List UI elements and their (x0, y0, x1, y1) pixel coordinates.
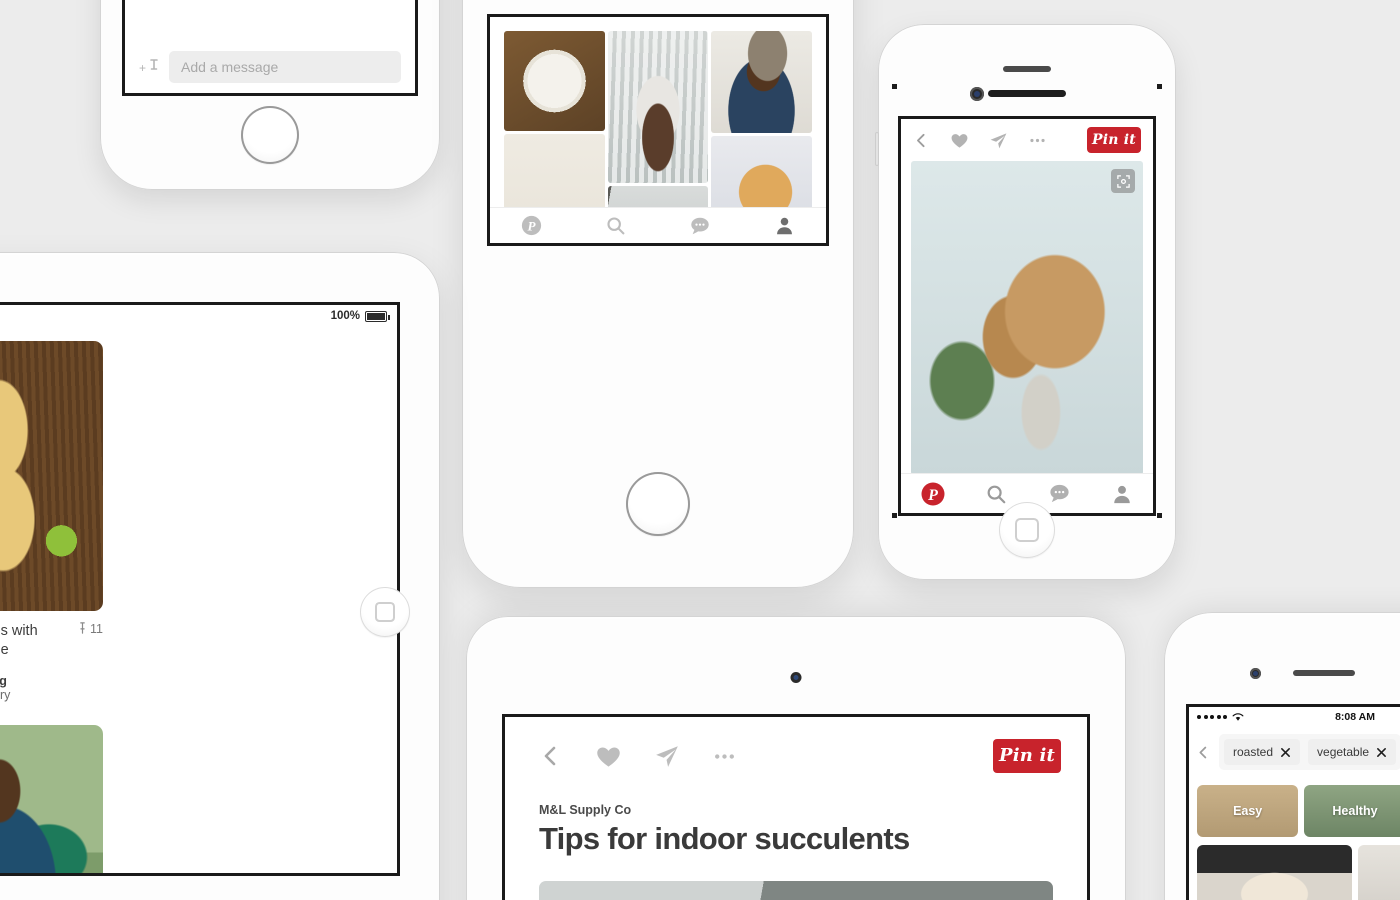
search-icon[interactable] (605, 215, 626, 236)
pinterest-logo-icon[interactable]: P (521, 215, 542, 236)
front-camera-icon (970, 87, 984, 101)
home-button[interactable] (360, 587, 410, 637)
pin-it-button[interactable]: Pin it (993, 739, 1061, 773)
repin-count: 11 (78, 622, 103, 660)
send-icon[interactable] (989, 131, 1008, 150)
home-button[interactable] (999, 502, 1055, 558)
bottom-tablet-device: Pin it M&L Supply Co Tips for indoor suc… (466, 616, 1126, 900)
closeup-phone-device: Pin it P (875, 24, 1176, 580)
front-camera-icon (790, 672, 802, 683)
grid-pin[interactable] (504, 31, 605, 131)
profile-tabbar: P (490, 207, 826, 243)
more-dots-icon[interactable] (1028, 131, 1047, 150)
tile-label: Easy (1233, 804, 1263, 818)
heart-icon[interactable] (595, 743, 622, 770)
tablet-status-bar: 100% (0, 305, 397, 327)
close-icon[interactable] (1280, 747, 1291, 758)
search-filter-bar: roasted vegetable (1189, 727, 1400, 777)
pin-image[interactable] (0, 724, 103, 873)
profile-content: Sara Torres Boston, MA Homegrown Bostoni… (490, 17, 826, 243)
chip-label: vegetable (1317, 745, 1370, 759)
pin-user-name: Long Cheng (0, 673, 7, 688)
search-icon[interactable] (985, 483, 1007, 505)
guided-tile-healthy[interactable]: Healthy (1304, 785, 1400, 837)
expand-icon[interactable] (1111, 169, 1135, 193)
battery-icon (365, 310, 390, 322)
chip-label: roasted (1233, 745, 1274, 759)
svg-text:+: + (139, 61, 146, 75)
pin-card[interactable]: Grilled beef tacos with avocado and lime… (0, 341, 103, 873)
more-dots-icon[interactable] (712, 744, 737, 769)
result-pin[interactable] (1358, 845, 1400, 900)
chat-icon[interactable] (689, 215, 711, 237)
guided-tile-easy[interactable]: Easy (1197, 785, 1299, 837)
message-compose-bar: + Add a message (125, 41, 415, 93)
messages-phone-device: Yes! Wow, I love it Let's do it + Add a … (100, 0, 440, 190)
back-chevron-icon[interactable] (1193, 745, 1211, 760)
earpiece-speaker (1293, 670, 1355, 676)
earpiece-speaker (1003, 66, 1051, 72)
search-screen: 8:08 AM 100% roasted (1186, 704, 1400, 900)
volume-button[interactable] (875, 132, 879, 166)
messages-screen: Yes! Wow, I love it Let's do it + Add a … (122, 0, 418, 96)
front-camera-icon (1250, 668, 1261, 679)
pin-board: 121 Grilled beef tacos with avocado and … (0, 327, 397, 873)
pin-title: Grilled beef tacos with avocado and lime (0, 623, 38, 658)
svg-text:P: P (927, 487, 938, 504)
search-phone-device: 8:08 AM 100% roasted (1164, 612, 1400, 900)
grid-pin[interactable] (607, 31, 709, 183)
guided-search-tiles: Easy Healthy Sides (1189, 777, 1400, 837)
pin-action-bar: Pin it (901, 119, 1153, 161)
profile-screen: Sara Torres Boston, MA Homegrown Bostoni… (487, 14, 829, 246)
device-showcase-scene: Yes! Wow, I love it Let's do it + Add a … (0, 0, 1400, 900)
filter-chip-vegetable[interactable]: vegetable (1308, 739, 1397, 765)
closeup-screen: Pin it P (898, 116, 1156, 516)
tile-label: Healthy (1332, 804, 1378, 818)
signal-dots-icon (1197, 715, 1227, 719)
home-button[interactable] (626, 472, 690, 536)
battery-percent: 100% (330, 310, 360, 322)
pin-hero-image[interactable] (539, 881, 1053, 900)
pin-headline: Tips for indoor succulents (539, 821, 910, 856)
search-results (1189, 837, 1400, 900)
status-time: 8:08 AM (1335, 711, 1375, 723)
status-bar: 8:08 AM 100% (1189, 707, 1400, 727)
pin-action-bar: Pin it (505, 717, 1087, 773)
filter-chip-roasted[interactable]: roasted (1224, 739, 1301, 765)
pin-attribution[interactable]: Long Cheng Recipes to try (0, 673, 103, 703)
svg-text:P: P (528, 218, 537, 233)
wifi-icon (1232, 712, 1244, 722)
pin-image[interactable] (0, 341, 103, 611)
heart-icon[interactable] (950, 131, 969, 150)
home-button[interactable] (241, 106, 299, 164)
back-chevron-icon[interactable] (539, 744, 563, 768)
send-icon[interactable] (654, 743, 680, 769)
left-tablet-screen: 100% 121 (0, 302, 400, 876)
pin-image[interactable] (911, 161, 1143, 475)
back-chevron-icon[interactable] (913, 132, 930, 149)
add-message-input[interactable]: Add a message (169, 51, 401, 83)
profile-icon[interactable] (774, 215, 795, 236)
pin-board-name: Recipes to try (0, 687, 11, 702)
result-pin[interactable] (1197, 845, 1352, 900)
profile-icon[interactable] (1111, 483, 1133, 505)
pin-it-button[interactable]: Pin it (1087, 127, 1141, 153)
chat-icon[interactable] (1048, 482, 1071, 505)
bottom-tablet-screen: Pin it M&L Supply Co Tips for indoor suc… (502, 714, 1090, 900)
profile-phone-device: Sara Torres Boston, MA Homegrown Bostoni… (462, 0, 854, 588)
grid-pin[interactable] (711, 31, 813, 133)
close-icon[interactable] (1376, 747, 1387, 758)
left-tablet-device: 100% 121 (0, 252, 440, 900)
speaker-grille (988, 90, 1066, 97)
add-pin-icon[interactable]: + (139, 57, 159, 77)
pinterest-logo-icon[interactable]: P (921, 482, 945, 506)
pin-source[interactable]: M&L Supply Co (505, 803, 1087, 817)
